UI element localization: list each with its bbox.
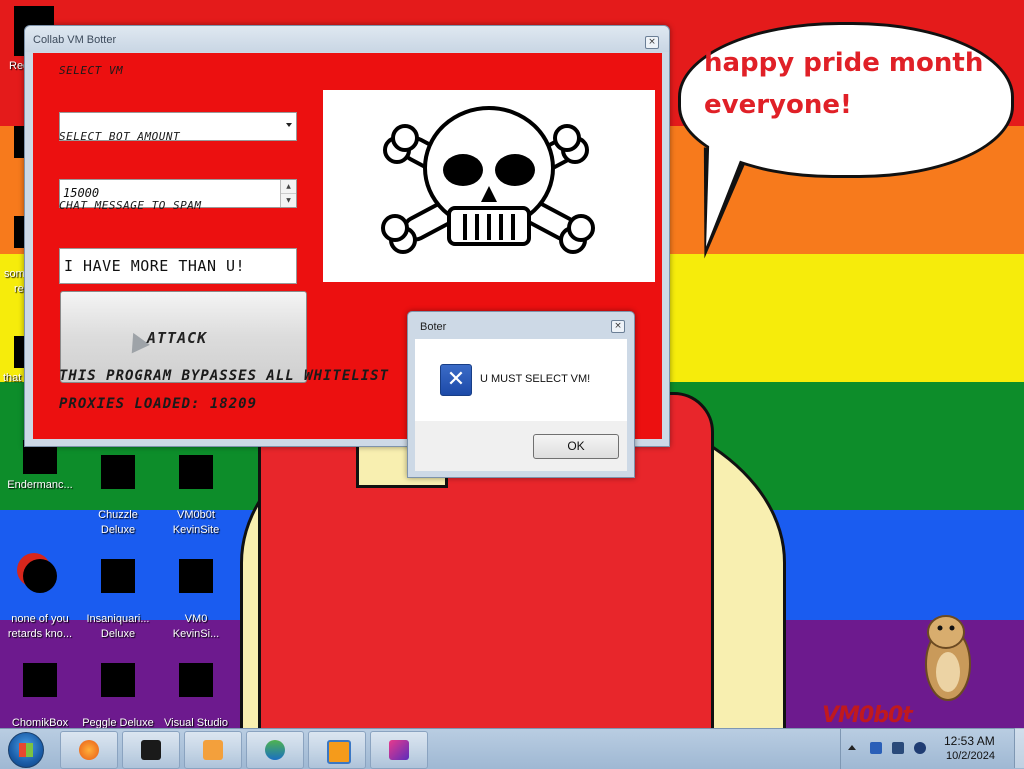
volume-icon[interactable]	[914, 742, 926, 754]
desktop-icon-chuzzle-deluxe[interactable]: Chuzzle Deluxe	[78, 440, 158, 553]
desktop-icon-none-of-you[interactable]: none of you retards kno...	[0, 544, 80, 657]
speech-bubble-text: happy pride month everyone!	[704, 42, 994, 126]
bypass-text: THIS PROGRAM BYPASSES ALL WHITELIST	[59, 368, 390, 384]
message-box-footer: OK	[415, 421, 627, 471]
start-button[interactable]	[8, 732, 44, 768]
chomikbox-icon	[23, 663, 57, 697]
desktop-icon-vm0-kevinsite[interactable]: VM0 KevinSi...	[156, 544, 236, 657]
clock-date[interactable]: 10/2/2024	[946, 750, 995, 762]
website-icon	[179, 455, 213, 489]
taskbar-paint[interactable]	[370, 731, 428, 769]
desktop-icon-label: Endermanc...	[7, 479, 73, 491]
desktop-icon-endermanch[interactable]: Endermanc...	[0, 440, 80, 493]
spin-buttons: ▲ ▼	[280, 180, 296, 207]
windows-logo-icon	[19, 743, 33, 757]
taskbar-firefox[interactable]	[60, 731, 118, 769]
insaniquarium-icon	[101, 559, 135, 593]
chat-message-input[interactable]: I HAVE MORE THAN U!	[59, 248, 297, 284]
message-box-title: Boter	[420, 321, 447, 333]
chuzzle-icon	[101, 455, 135, 489]
hamster-image	[925, 615, 971, 701]
media-player-icon	[203, 740, 223, 760]
window-titlebar[interactable]: Collab VM Botter ×	[25, 26, 669, 52]
taskbar-download-manager[interactable]	[246, 731, 304, 769]
taskbar-terminal[interactable]	[122, 731, 180, 769]
proxies-loaded-text: PROXIES LOADED: 18209	[59, 396, 258, 412]
paper-plane-icon	[124, 328, 150, 354]
desktop-icon-insaniquarium-deluxe[interactable]: Insaniquari... Deluxe	[78, 544, 158, 657]
select-vm-label: SELECT VM	[59, 64, 124, 77]
clock-time[interactable]: 12:53 AM	[944, 734, 995, 748]
chevron-down-icon[interactable]	[286, 123, 292, 127]
bot-amount-label: SELECT BOT AMOUNT	[59, 130, 181, 143]
website-icon	[179, 559, 213, 593]
close-button[interactable]: ×	[611, 320, 625, 333]
show-hidden-icons-icon[interactable]	[848, 745, 856, 750]
desktop-icon-label: VM0b0t KevinSite	[172, 509, 220, 536]
visual-studio-icon	[179, 663, 213, 697]
boter-message-box: Boter × ✕ U MUST SELECT VM! OK	[407, 311, 635, 478]
paint-icon	[389, 740, 409, 760]
desktop-icon-label: none of you retards kno...	[7, 613, 73, 640]
attack-button-label: ATTACK	[147, 329, 208, 347]
desktop-icon-label-partial: that	[3, 372, 22, 384]
desktop-icon-label: Chuzzle Deluxe	[98, 509, 138, 536]
desktop-icon-label-partial: som	[4, 268, 25, 280]
tray-divider	[840, 729, 841, 769]
taskbar: 12:53 AM 10/2/2024	[0, 728, 1024, 769]
increment-button[interactable]: ▲	[281, 180, 296, 194]
skull-crossbones-icon	[381, 106, 595, 254]
vm0b0t-watermark: VM0b0t	[822, 703, 913, 728]
speech-line-2: everyone!	[704, 90, 852, 120]
chat-message-value[interactable]: I HAVE MORE THAN U!	[64, 257, 245, 275]
show-desktop-button[interactable]	[1014, 728, 1024, 768]
system-tray: 12:53 AM 10/2/2024	[844, 729, 1024, 769]
terminal-icon	[141, 740, 161, 760]
action-center-icon[interactable]	[870, 742, 882, 754]
taskbar-vmware[interactable]	[308, 731, 366, 769]
internet-download-manager-icon	[265, 740, 285, 760]
desktop-icon-vm0b0t-kevinsite[interactable]: VM0b0t KevinSite	[156, 440, 236, 553]
firefox-icon	[79, 740, 99, 760]
bot-amount-value[interactable]: 15000	[63, 186, 99, 200]
speech-line-1: happy pride month	[704, 48, 984, 78]
chat-message-label: CHAT MESSAGE TO SPAM	[59, 199, 202, 212]
network-icon[interactable]	[892, 742, 904, 754]
folder-icon	[23, 559, 57, 593]
desktop-icon-label-partial: re	[14, 283, 24, 295]
ok-button[interactable]: OK	[533, 434, 619, 459]
peggle-icon	[101, 663, 135, 697]
desktop-icon-label: Insaniquari... Deluxe	[86, 613, 150, 640]
decrement-button[interactable]: ▼	[281, 194, 296, 207]
desktop-icon-label: VM0 KevinSi...	[172, 613, 220, 640]
taskbar-media-player[interactable]	[184, 731, 242, 769]
close-button[interactable]: ×	[645, 36, 659, 49]
error-icon: ✕	[440, 364, 472, 396]
skull-image-panel	[323, 90, 655, 282]
vmware-icon	[327, 740, 351, 764]
message-box-body: ✕ U MUST SELECT VM!	[415, 339, 627, 421]
window-title: Collab VM Botter	[33, 34, 117, 46]
message-text: U MUST SELECT VM!	[480, 373, 591, 385]
